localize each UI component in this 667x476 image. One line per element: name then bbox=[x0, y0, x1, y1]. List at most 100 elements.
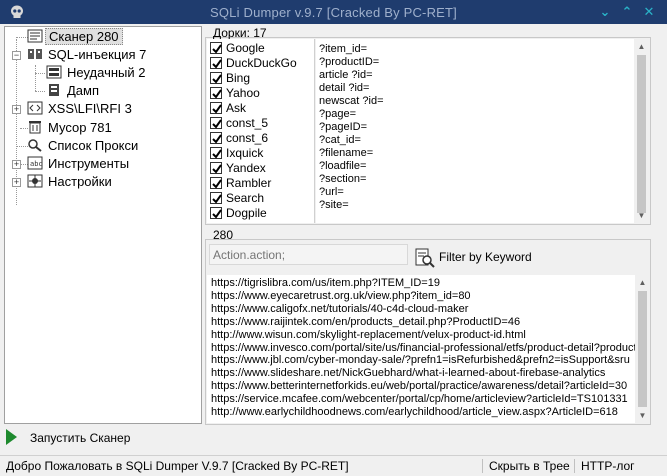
settings-icon bbox=[27, 174, 43, 188]
checkbox-checked-icon[interactable] bbox=[210, 147, 222, 159]
dork-item[interactable]: article ?id= bbox=[319, 69, 373, 82]
close-icon: ✕ bbox=[643, 4, 655, 19]
dorks-scrollbar[interactable]: ▲ ▼ bbox=[634, 39, 649, 223]
tree-item-tools[interactable]: abc Инструменты bbox=[27, 155, 132, 173]
results-scroll-thumb[interactable] bbox=[638, 291, 647, 407]
search-engine-checkbox[interactable]: Google bbox=[210, 41, 265, 56]
results-url-list[interactable]: https://tigrislibra.com/us/item.php?ITEM… bbox=[207, 275, 635, 423]
result-url-row[interactable]: https://www.eyecaretrust.org.uk/view.php… bbox=[211, 290, 471, 302]
dorks-list[interactable]: ?item_id= ?productID= article ?id= detail ?… bbox=[316, 39, 634, 223]
dork-item[interactable]: newscat ?id= bbox=[319, 95, 384, 108]
tree-item-sqli[interactable]: SQL-инъекция 7 bbox=[27, 46, 149, 64]
dork-item[interactable]: ?productID= bbox=[319, 56, 379, 69]
tree-item-proxy[interactable]: Список Прокси bbox=[27, 137, 141, 155]
status-bar: Добро Пожаловать в SQLi Dumper V.9.7 [Cr… bbox=[0, 455, 667, 476]
checkbox-checked-icon[interactable] bbox=[210, 42, 222, 54]
scroll-up-icon[interactable]: ▲ bbox=[634, 39, 649, 54]
scroll-down-icon[interactable]: ▼ bbox=[635, 408, 650, 423]
trash-icon bbox=[29, 121, 41, 134]
dork-item[interactable]: ?section= bbox=[319, 173, 366, 186]
hide-to-tray-button[interactable]: Скрыть в Трее bbox=[489, 456, 570, 476]
dork-item[interactable]: ?cat_id= bbox=[319, 134, 361, 147]
tree-item-settings[interactable]: Настройки bbox=[27, 173, 115, 191]
search-engine-checkbox[interactable]: Yandex bbox=[210, 161, 266, 176]
tools-icon: abc bbox=[27, 156, 43, 170]
result-url-row[interactable]: https://www.caligofx.net/tutorials/40-c4… bbox=[211, 303, 468, 315]
tree-item-dump[interactable]: Дамп bbox=[46, 82, 102, 100]
search-engine-label: Google bbox=[226, 41, 265, 55]
result-url-row[interactable]: http://www.wisun.com/skylight-replacemen… bbox=[211, 329, 526, 341]
results-count-label: 280 bbox=[213, 228, 234, 242]
dork-item[interactable]: ?site= bbox=[319, 199, 349, 212]
scroll-down-icon[interactable]: ▼ bbox=[634, 208, 649, 223]
search-engine-checkbox[interactable]: Dogpile bbox=[210, 206, 267, 221]
checkbox-checked-icon[interactable] bbox=[210, 192, 222, 204]
search-engine-checkbox[interactable]: Yahoo bbox=[210, 86, 260, 101]
checkbox-checked-icon[interactable] bbox=[210, 72, 222, 84]
result-url-row[interactable]: https://www.betterinternetforkids.eu/web… bbox=[211, 380, 627, 392]
checkbox-checked-icon[interactable] bbox=[210, 102, 222, 114]
dork-item[interactable]: ?filename= bbox=[319, 147, 373, 160]
dork-item[interactable]: ?url= bbox=[319, 186, 344, 199]
dork-item[interactable]: detail ?id= bbox=[319, 82, 369, 95]
search-engine-label: Dogpile bbox=[226, 206, 267, 220]
tree-item-trash[interactable]: Мусор 781 bbox=[27, 119, 115, 137]
search-engine-checkbox[interactable]: const_5 bbox=[210, 116, 268, 131]
search-engine-checkbox[interactable]: Ixquick bbox=[210, 146, 263, 161]
search-engine-checkbox[interactable]: Ask bbox=[210, 101, 246, 116]
checkbox-checked-icon[interactable] bbox=[210, 177, 222, 189]
tree-expander-settings[interactable]: + bbox=[12, 178, 21, 187]
tree-label-proxy: Список Прокси bbox=[48, 138, 139, 153]
search-engine-checkbox[interactable]: const_6 bbox=[210, 131, 268, 146]
http-log-button[interactable]: HTTP-лог bbox=[581, 456, 635, 476]
dork-item[interactable]: ?page= bbox=[319, 108, 356, 121]
status-separator bbox=[574, 459, 575, 473]
tree-expander-xss[interactable]: + bbox=[12, 105, 21, 114]
checkbox-checked-icon[interactable] bbox=[210, 132, 222, 144]
maximize-button[interactable]: ⌃ bbox=[618, 3, 636, 21]
minimize-button[interactable]: ⌄ bbox=[596, 3, 614, 21]
title-bar: SQLi Dumper v.9.7 [Cracked By PC-RET] ⌄ … bbox=[0, 0, 667, 24]
result-url-row[interactable]: https://service.mcafee.com/webcenter/por… bbox=[211, 393, 628, 405]
result-url-row[interactable]: http://www.earlychildhoodnews.com/earlyc… bbox=[211, 406, 618, 418]
dork-item[interactable]: ?item_id= bbox=[319, 43, 367, 56]
database-icon bbox=[46, 65, 62, 79]
result-url-row[interactable]: https://www.raijintek.com/en/products_de… bbox=[211, 316, 520, 328]
search-engine-checkbox[interactable]: DuckDuckGo bbox=[210, 56, 297, 71]
svg-text:abc: abc bbox=[30, 160, 43, 168]
dorks-scroll-thumb[interactable] bbox=[637, 55, 646, 213]
filter-by-keyword-button[interactable]: Filter by Keyword bbox=[411, 244, 649, 271]
tree-expander-tools[interactable]: + bbox=[12, 160, 21, 169]
search-engine-checkbox[interactable]: Bing bbox=[210, 71, 250, 86]
navigation-tree: Сканер 280 − SQL-инъекция 7 Неудачный 2 … bbox=[4, 26, 202, 424]
close-button[interactable]: ✕ bbox=[640, 3, 658, 21]
tree-item-failed[interactable]: Неудачный 2 bbox=[46, 64, 148, 82]
tree-item-scanner[interactable]: Сканер 280 bbox=[27, 28, 123, 46]
checkbox-checked-icon[interactable] bbox=[210, 207, 222, 219]
search-engine-label: const_6 bbox=[226, 131, 269, 145]
result-url-row[interactable]: https://www.invesco.com/portal/site/us/f… bbox=[211, 342, 635, 354]
play-icon bbox=[6, 429, 17, 445]
checkbox-checked-icon[interactable] bbox=[210, 87, 222, 99]
tree-expander-sqli[interactable]: − bbox=[12, 51, 21, 60]
database-icon bbox=[28, 49, 42, 59]
tree-label-sqli: SQL-инъекция 7 bbox=[48, 47, 147, 62]
tree-item-xss[interactable]: XSS\LFI\RFI 3 bbox=[27, 100, 135, 118]
search-engine-label: Rambler bbox=[226, 176, 272, 190]
search-engine-label: Yandex bbox=[226, 161, 266, 175]
result-url-row[interactable]: https://tigrislibra.com/us/item.php?ITEM… bbox=[211, 277, 440, 289]
result-url-row[interactable]: https://www.jbl.com/cyber-monday-sale/?p… bbox=[211, 354, 630, 366]
checkbox-checked-icon[interactable] bbox=[210, 57, 222, 69]
results-scrollbar[interactable]: ▲ ▼ bbox=[635, 275, 650, 423]
tree-label-xss: XSS\LFI\RFI 3 bbox=[48, 101, 132, 116]
result-url-row[interactable]: https://www.slideshare.net/NickGuebhard/… bbox=[211, 367, 605, 379]
search-engine-checkbox[interactable]: Rambler bbox=[210, 176, 271, 191]
dork-item[interactable]: ?loadfile= bbox=[319, 160, 366, 173]
search-engine-checkbox[interactable]: Search bbox=[210, 191, 264, 206]
search-engine-label: Ask bbox=[226, 101, 247, 115]
scroll-up-icon[interactable]: ▲ bbox=[635, 275, 650, 290]
filter-keyword-input[interactable] bbox=[209, 244, 408, 265]
dork-item[interactable]: ?pageID= bbox=[319, 121, 367, 134]
checkbox-checked-icon[interactable] bbox=[210, 162, 222, 174]
checkbox-checked-icon[interactable] bbox=[210, 117, 222, 129]
